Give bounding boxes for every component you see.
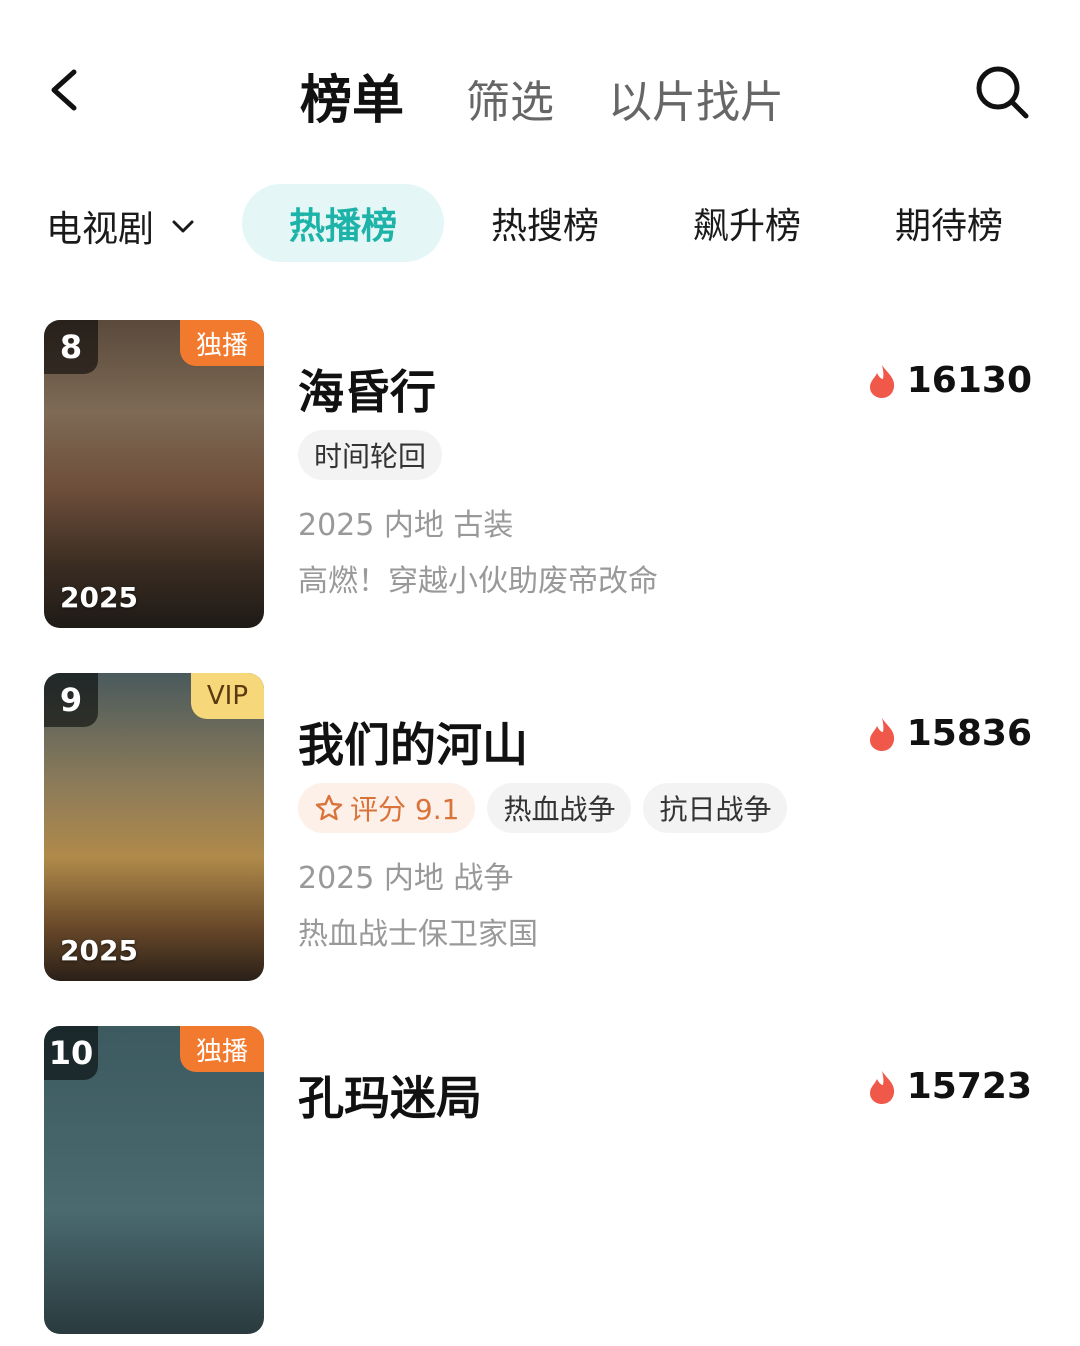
hot-score: 15836 (867, 713, 1032, 754)
poster-year: 2025 (60, 934, 138, 967)
pill-hot-search[interactable]: 热搜榜 (444, 184, 646, 262)
tag[interactable]: 抗日战争 (643, 783, 788, 833)
show-title[interactable]: 孔玛迷局 (298, 1062, 482, 1128)
pill-rising[interactable]: 飙升榜 (646, 184, 848, 262)
list-item[interactable]: 9 VIP 2025 我们的河山 15836 评分 9.1 热血战争 抗日战争 … (0, 673, 1080, 993)
hot-score: 15723 (867, 1066, 1032, 1107)
hot-score-value: 15836 (906, 713, 1032, 754)
category-label: 电视剧 (46, 209, 155, 250)
vip-badge: VIP (190, 673, 264, 719)
exclusive-badge: 独播 (179, 1026, 264, 1072)
list-item[interactable]: 8 独播 2025 海昏行 16130 时间轮回 2025 内地 古装 高燃！穿… (0, 320, 1080, 640)
top-bar: 榜单 筛选 以片找片 (0, 0, 1080, 180)
tab-find-by-image[interactable]: 以片找片 (608, 66, 784, 130)
tab-filter[interactable]: 筛选 (466, 66, 554, 130)
flame-icon (869, 364, 894, 398)
show-meta: 2025 内地 古装 (298, 508, 514, 543)
poster-image[interactable]: 10 独播 (44, 1026, 264, 1334)
pill-hot-play[interactable]: 热播榜 (242, 184, 444, 262)
flame-icon (869, 1070, 894, 1104)
back-arrow-icon[interactable] (40, 62, 96, 118)
tag[interactable]: 时间轮回 (298, 430, 443, 480)
show-description: 热血战士保卫家国 (298, 917, 538, 952)
page-title[interactable]: 榜单 (300, 58, 404, 133)
rank-number: 9 (44, 673, 98, 727)
tag[interactable]: 热血战争 (487, 783, 632, 833)
show-description: 高燃！穿越小伙助废帝改命 (298, 564, 658, 599)
pill-anticipated[interactable]: 期待榜 (848, 184, 1050, 262)
rating-value: 评分 9.1 (350, 793, 460, 826)
hot-score-value: 15723 (906, 1066, 1032, 1107)
category-dropdown[interactable]: 电视剧 (46, 200, 198, 252)
exclusive-badge: 独播 (179, 320, 264, 366)
chevron-down-icon (172, 220, 194, 233)
hot-score: 16130 (867, 360, 1032, 401)
tag-list: 时间轮回 (298, 430, 443, 480)
poster-year: 2025 (60, 581, 138, 614)
poster-image[interactable]: 9 VIP 2025 (44, 673, 264, 981)
search-icon[interactable] (972, 62, 1032, 122)
rank-number: 10 (44, 1026, 98, 1080)
rank-number: 8 (44, 320, 98, 374)
star-icon (315, 794, 343, 821)
poster-image[interactable]: 8 独播 2025 (44, 320, 264, 628)
rating-tag[interactable]: 评分 9.1 (298, 783, 476, 833)
tag-list: 评分 9.1 热血战争 抗日战争 (298, 783, 788, 833)
flame-icon (869, 717, 894, 751)
show-meta: 2025 内地 战争 (298, 861, 514, 896)
show-title[interactable]: 我们的河山 (298, 709, 528, 775)
list-item[interactable]: 10 独播 孔玛迷局 15723 (0, 1026, 1080, 1346)
hot-score-value: 16130 (906, 360, 1032, 401)
show-title[interactable]: 海昏行 (298, 356, 436, 422)
